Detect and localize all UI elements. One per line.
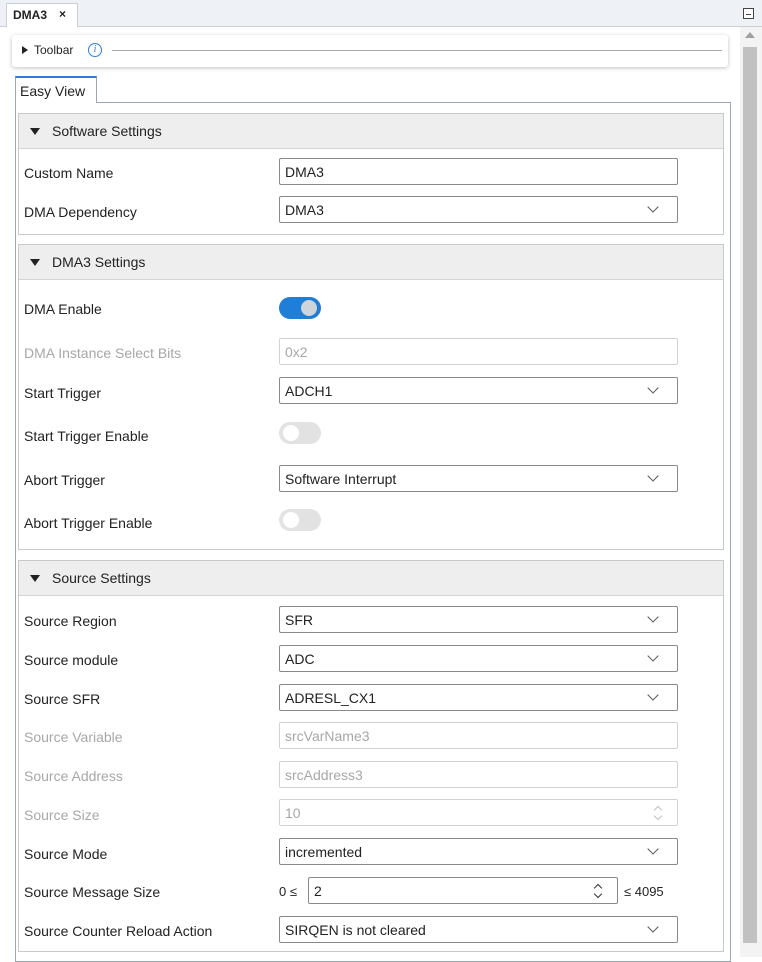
source-variable-input: srcVarName3 <box>279 722 678 749</box>
close-tab-icon[interactable]: × <box>59 7 66 21</box>
custom-name-label: Custom Name <box>24 165 114 181</box>
start-trigger-value: ADCH1 <box>285 383 333 399</box>
source-sfr-label: Source SFR <box>24 691 101 707</box>
source-module-label: Source module <box>24 652 119 668</box>
chevron-down-icon <box>647 201 659 213</box>
dma-dependency-label: DMA Dependency <box>24 204 137 220</box>
source-address-label: Source Address <box>24 768 123 784</box>
source-size-label: Source Size <box>24 807 100 823</box>
source-message-size-value: 2 <box>314 883 322 899</box>
source-message-size-spinner[interactable]: 2 <box>308 877 618 904</box>
chevron-down-icon <box>647 470 659 482</box>
dma3-settings-header[interactable]: DMA3 Settings <box>19 245 723 280</box>
source-region-label: Source Region <box>24 613 117 629</box>
toolbar-label[interactable]: Toolbar <box>34 43 73 57</box>
document-tab-dma3[interactable]: DMA3 × <box>6 3 78 27</box>
start-trigger-select[interactable]: ADCH1 <box>279 377 678 404</box>
vertical-scrollbar[interactable] <box>740 27 762 957</box>
abort-trigger-enable-toggle[interactable] <box>279 509 321 531</box>
source-module-select[interactable]: ADC <box>279 645 678 672</box>
chevron-down-icon <box>647 921 659 933</box>
spinner-arrows-icon <box>653 802 663 824</box>
instance-select-label: DMA Instance Select Bits <box>24 345 182 361</box>
source-sfr-select[interactable]: ADRESL_CX1 <box>279 684 678 711</box>
abort-trigger-enable-label: Abort Trigger Enable <box>24 515 153 531</box>
custom-name-input[interactable]: DMA3 <box>279 158 678 185</box>
dma-enable-label: DMA Enable <box>24 301 102 317</box>
chevron-down-icon <box>647 650 659 662</box>
dma3-settings-section: DMA3 Settings DMA Enable DMA Instance Se… <box>18 244 724 550</box>
start-trigger-enable-toggle[interactable] <box>279 422 321 444</box>
scroll-up-arrow-icon[interactable] <box>745 32 755 38</box>
section-title: Source Settings <box>52 570 151 586</box>
reload-action-label: Source Counter Reload Action <box>24 923 213 939</box>
section-title: Software Settings <box>52 123 162 139</box>
reload-action-value: SIRQEN is not cleared <box>285 922 426 938</box>
collapse-caret-icon[interactable] <box>30 128 40 135</box>
instance-select-input: 0x2 <box>279 338 678 365</box>
source-size-spinner: 10 <box>279 799 678 826</box>
source-module-value: ADC <box>285 651 315 667</box>
source-mode-value: incremented <box>285 844 363 860</box>
source-size-value: 10 <box>285 805 301 821</box>
reload-action-select[interactable]: SIRQEN is not cleared <box>279 916 678 943</box>
toggle-knob <box>283 512 299 528</box>
toggle-knob <box>283 425 299 441</box>
toggle-knob <box>301 300 317 316</box>
chevron-down-icon <box>647 382 659 394</box>
section-title: DMA3 Settings <box>52 254 146 270</box>
chevron-down-icon <box>647 689 659 701</box>
spinner-arrows-icon[interactable] <box>593 880 603 902</box>
source-variable-label: Source Variable <box>24 729 123 745</box>
info-icon[interactable]: i <box>88 43 102 57</box>
dma-dependency-value: DMA3 <box>285 202 324 218</box>
chevron-down-icon <box>647 843 659 855</box>
source-settings-header[interactable]: Source Settings <box>19 561 723 596</box>
chevron-down-icon <box>647 611 659 623</box>
collapse-caret-icon[interactable] <box>30 575 40 582</box>
dma-enable-toggle[interactable] <box>279 297 321 319</box>
source-region-value: SFR <box>285 612 313 628</box>
min-bound-text: 0 ≤ <box>279 884 297 899</box>
max-bound-text: ≤ 4095 <box>624 884 664 899</box>
abort-trigger-label: Abort Trigger <box>24 472 105 488</box>
source-sfr-value: ADRESL_CX1 <box>285 690 377 706</box>
scrollbar-thumb[interactable] <box>743 47 757 943</box>
source-settings-section: Source Settings Source Region SFR Source… <box>18 560 724 952</box>
source-mode-label: Source Mode <box>24 846 108 862</box>
source-mode-select[interactable]: incremented <box>279 838 678 865</box>
editor-tab-bar: DMA3 × <box>0 0 762 27</box>
start-trigger-enable-label: Start Trigger Enable <box>24 428 149 444</box>
minimize-icon[interactable] <box>743 8 754 19</box>
source-address-input: srcAddress3 <box>279 761 678 788</box>
source-region-select[interactable]: SFR <box>279 606 678 633</box>
dma-dependency-select[interactable]: DMA3 <box>279 196 678 223</box>
toolbar-divider <box>112 50 722 51</box>
software-settings-section: Software Settings Custom Name DMA3 DMA D… <box>18 113 724 235</box>
abort-trigger-value: Software Interrupt <box>285 471 397 487</box>
source-message-size-label: Source Message Size <box>24 884 161 900</box>
start-trigger-label: Start Trigger <box>24 385 102 401</box>
toolbar-panel: Toolbar i <box>12 35 728 67</box>
expand-toolbar-icon[interactable] <box>22 46 28 54</box>
document-tab-title: DMA3 <box>13 8 48 22</box>
collapse-caret-icon[interactable] <box>30 259 40 266</box>
tab-easy-view[interactable]: Easy View <box>15 76 97 103</box>
abort-trigger-select[interactable]: Software Interrupt <box>279 465 678 492</box>
software-settings-header[interactable]: Software Settings <box>19 114 723 149</box>
